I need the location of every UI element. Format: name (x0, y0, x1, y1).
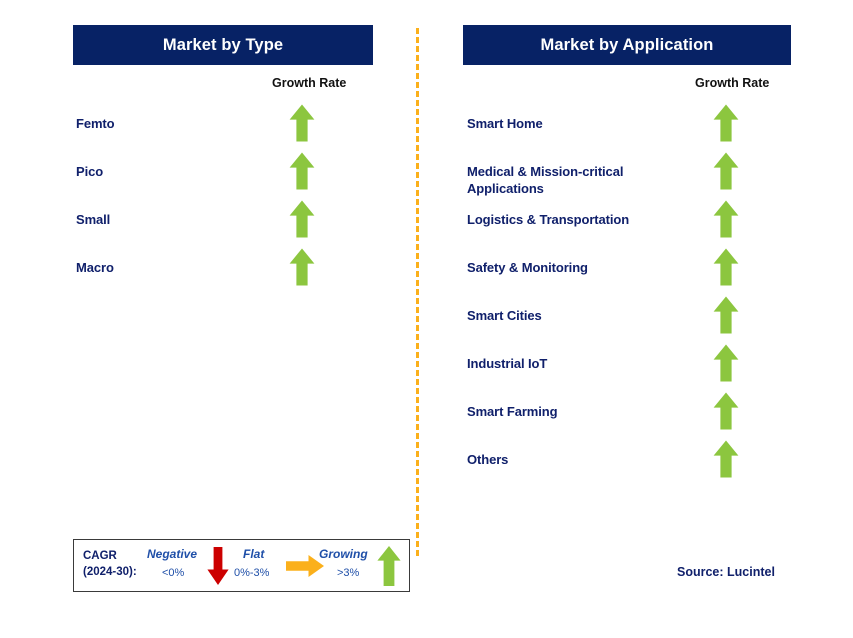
segment-label: Logistics & Transportation (467, 212, 630, 227)
growth-rate-label-type: Growth Rate (272, 76, 347, 90)
legend-negative-range: <0% (162, 567, 185, 579)
arrow-up-icon (289, 248, 315, 286)
vertical-dashed-divider (416, 28, 419, 556)
legend-cagr-label: CAGR (2024-30): (83, 550, 137, 578)
segment-label: Smart Farming (467, 404, 558, 419)
arrow-up-icon (289, 104, 315, 142)
segment-label: Safety & Monitoring (467, 260, 588, 275)
legend-growing-range: >3% (337, 567, 360, 579)
arrow-up-icon (377, 546, 401, 586)
segment-label: Femto (76, 116, 115, 131)
arrow-up-icon (713, 344, 739, 382)
arrow-up-icon (289, 200, 315, 238)
segment-label: Medical & Mission-critical Applications (467, 164, 624, 196)
segment-label: Smart Cities (467, 308, 542, 323)
segment-label: Macro (76, 260, 114, 275)
arrow-down-icon (207, 547, 229, 585)
arrow-up-icon (713, 248, 739, 286)
segment-label: Others (467, 452, 509, 467)
segment-label: Smart Home (467, 116, 543, 131)
market-by-type-header: Market by Type (73, 25, 373, 65)
arrow-up-icon (713, 104, 739, 142)
legend-negative-term: Negative (147, 547, 198, 561)
market-by-application-header: Market by Application (463, 25, 791, 65)
arrow-up-icon (713, 296, 739, 334)
legend-growing-term: Growing (319, 547, 368, 561)
source-attribution: Source: Lucintel (677, 565, 775, 579)
segment-label: Small (76, 212, 111, 227)
cagr-legend: CAGR (2024-30): Negative <0% Flat 0%-3% … (73, 539, 410, 592)
arrow-up-icon (713, 440, 739, 478)
arrow-up-icon (713, 152, 739, 190)
segment-label: Pico (76, 164, 104, 179)
legend-flat-range: 0%-3% (234, 567, 270, 579)
segment-label: Industrial IoT (467, 356, 548, 371)
arrow-up-icon (289, 152, 315, 190)
growth-rate-label-application: Growth Rate (695, 76, 770, 90)
arrow-up-icon (713, 392, 739, 430)
arrow-up-icon (713, 200, 739, 238)
legend-flat-term: Flat (243, 547, 265, 561)
